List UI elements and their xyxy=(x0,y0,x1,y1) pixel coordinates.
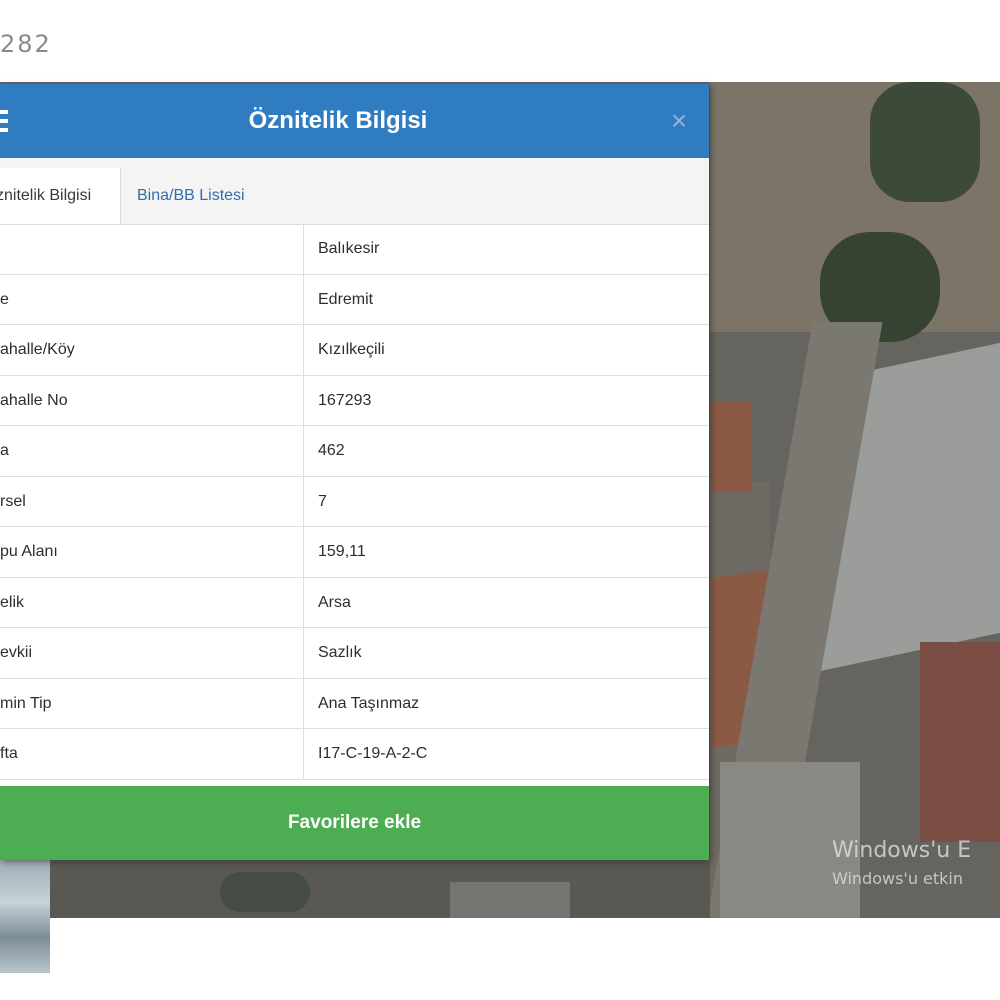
row-value: Kızılkeçili xyxy=(318,341,385,358)
row-label: evkii xyxy=(0,628,304,678)
row-value: I17-C-19-A-2-C xyxy=(318,745,428,762)
windows-activation-watermark: Windows'u E Windows'u etkin xyxy=(832,838,971,888)
table-row: rsel 7 xyxy=(0,476,709,527)
row-value: 7 xyxy=(318,492,327,510)
table-row: elik Arsa xyxy=(0,577,709,628)
row-label: rsel xyxy=(0,476,304,526)
row-value: 167293 xyxy=(318,391,372,409)
row-value: Edremit xyxy=(318,290,374,308)
row-value: Sazlık xyxy=(318,644,362,661)
row-label: elik xyxy=(0,577,304,627)
table-row: ahalle No 167293 xyxy=(0,375,709,426)
photo-thumbnail[interactable] xyxy=(0,855,50,973)
row-value: 462 xyxy=(318,442,345,459)
row-value: Ana Taşınmaz xyxy=(318,694,420,712)
row-label: a xyxy=(0,426,304,476)
table-row: Balıkesir xyxy=(0,224,709,275)
dialog-header: Öznitelik Bilgisi × xyxy=(0,84,709,158)
table-row: min Tip Ana Taşınmaz xyxy=(0,678,709,729)
table-row: pu Alanı 159,11 xyxy=(0,527,709,578)
row-label: ahalle/Köy xyxy=(0,325,304,375)
table-row: e Edremit xyxy=(0,274,709,325)
tab-bar: znitelik Bilgisi Bina/BB Listesi xyxy=(0,158,709,225)
table-row: evkii Sazlık xyxy=(0,628,709,679)
row-label: pu Alanı xyxy=(0,527,304,577)
watermark-line-1: Windows'u E xyxy=(832,838,972,863)
attribute-table: Balıkesir e Edremit ahalle/Köy Kızılkeçi… xyxy=(0,224,709,780)
row-value: Balıkesir xyxy=(318,240,380,257)
table-row: a 462 xyxy=(0,426,709,477)
row-label: e xyxy=(0,274,304,324)
close-icon[interactable]: × xyxy=(664,106,694,136)
top-code-text: 282 xyxy=(0,30,52,58)
table-row: fta I17-C-19-A-2-C xyxy=(0,729,709,780)
row-label: ahalle No xyxy=(0,375,304,425)
row-value: 159,11 xyxy=(318,543,366,560)
row-label: fta xyxy=(0,729,304,779)
dialog-title: Öznitelik Bilgisi xyxy=(248,107,428,134)
row-label xyxy=(0,224,304,274)
watermark-line-2: Windows'u etkin xyxy=(832,869,964,888)
attribute-dialog: Öznitelik Bilgisi × znitelik Bilgisi Bin… xyxy=(0,84,709,860)
tab-building-list[interactable]: Bina/BB Listesi xyxy=(137,168,245,224)
row-label: min Tip xyxy=(0,678,304,728)
table-row: ahalle/Köy Kızılkeçili xyxy=(0,325,709,376)
add-to-favorites-button[interactable]: Favorilere ekle xyxy=(0,786,709,860)
tab-attribute-info[interactable]: znitelik Bilgisi xyxy=(0,168,121,224)
row-value: Arsa xyxy=(318,593,351,611)
